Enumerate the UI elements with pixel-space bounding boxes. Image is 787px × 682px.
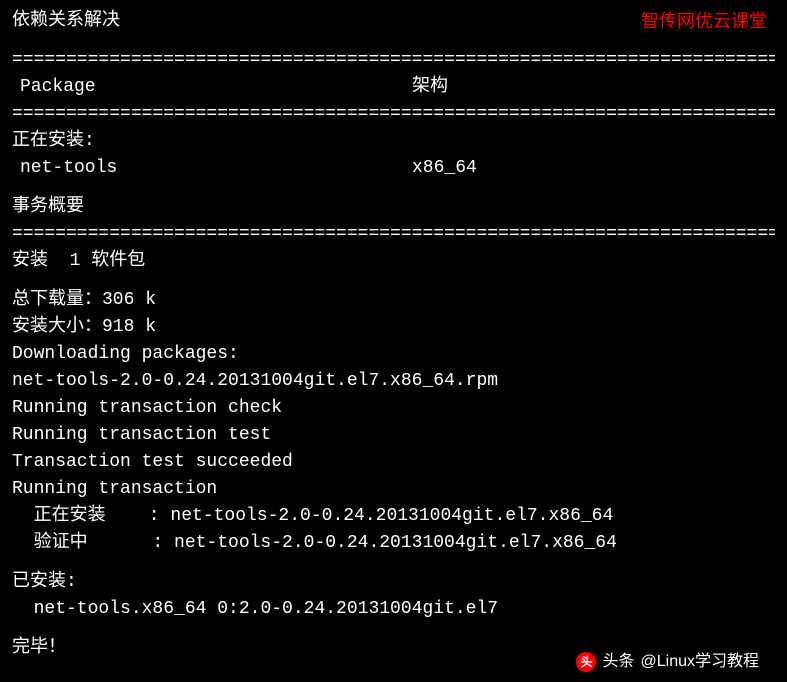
- installing-step: 正在安装 : net-tools-2.0-0.24.20131004git.el…: [12, 503, 775, 530]
- footer-source: @Linux学习教程: [641, 650, 760, 674]
- install-size: 安装大小：918 k: [12, 314, 775, 341]
- install-count: 安装 1 软件包: [12, 248, 775, 275]
- header-arch: 架构: [412, 74, 775, 101]
- header-package: Package: [12, 74, 412, 101]
- package-row: net-tools x86_64: [12, 155, 775, 182]
- package-name: net-tools: [12, 155, 412, 182]
- footer-label: 头条: [602, 650, 634, 674]
- toutiao-icon: 头: [576, 652, 596, 672]
- rpm-file: net-tools-2.0-0.24.20131004git.el7.x86_6…: [12, 368, 775, 395]
- downloading-label: Downloading packages:: [12, 341, 775, 368]
- installing-label: 正在安装:: [12, 128, 775, 155]
- total-download: 总下载量：306 k: [12, 287, 775, 314]
- table-header: Package 架构: [12, 74, 775, 101]
- footer-attribution: 头 头条 @Linux学习教程: [576, 650, 759, 674]
- verifying-step: 验证中 : net-tools-2.0-0.24.20131004git.el7…: [12, 530, 775, 557]
- separator-line: ========================================…: [12, 47, 775, 74]
- running-check: Running transaction check: [12, 395, 775, 422]
- separator-line: ========================================…: [12, 101, 775, 128]
- installed-package: net-tools.x86_64 0:2.0-0.24.20131004git.…: [12, 596, 775, 623]
- transaction-summary-label: 事务概要: [12, 194, 775, 221]
- installed-label: 已安装:: [12, 569, 775, 596]
- test-succeeded: Transaction test succeeded: [12, 449, 775, 476]
- running-transaction: Running transaction: [12, 476, 775, 503]
- separator-line: ========================================…: [12, 221, 775, 248]
- running-test: Running transaction test: [12, 422, 775, 449]
- package-arch: x86_64: [412, 155, 775, 182]
- watermark-text: 智传网优云课堂: [641, 8, 767, 35]
